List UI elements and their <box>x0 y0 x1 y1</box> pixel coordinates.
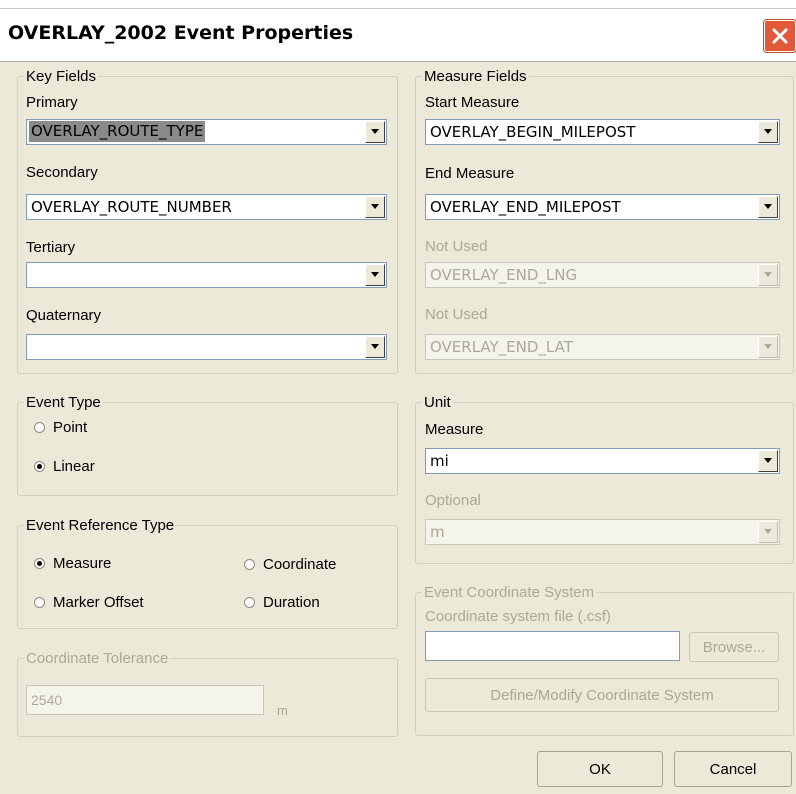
unit-measure-label: Measure <box>425 421 484 438</box>
measure-fields-legend: Measure Fields <box>424 68 527 85</box>
start-measure-label: Start Measure <box>425 94 520 111</box>
event-coordinate-system-legend: Event Coordinate System <box>424 584 595 601</box>
quaternary-label: Quaternary <box>26 307 102 324</box>
tertiary-label: Tertiary <box>26 239 76 256</box>
end-measure-combo[interactable]: OVERLAY_END_MILEPOST <box>425 194 780 220</box>
ref-marker-offset-label: Marker Offset <box>53 594 144 611</box>
unit-optional-combo: m <box>425 519 780 545</box>
coordinate-tolerance-input: 2540 <box>26 685 264 715</box>
top-edge <box>0 8 796 9</box>
event-type-legend: Event Type <box>26 394 101 411</box>
ref-duration-label: Duration <box>263 594 320 611</box>
not-used-label-2: Not Used <box>425 306 488 323</box>
not-used-label-1: Not Used <box>425 238 488 255</box>
csf-file-input[interactable] <box>425 631 680 661</box>
tertiary-combo[interactable] <box>26 262 387 288</box>
key-fields-group: Key Fields <box>17 68 398 374</box>
primary-label: Primary <box>26 94 78 111</box>
event-type-point-label: Point <box>53 419 88 436</box>
unit-legend: Unit <box>424 394 451 411</box>
title-bar: OVERLAY_2002 Event Properties <box>0 0 796 62</box>
ok-button[interactable]: OK <box>537 751 663 787</box>
ref-measure-radio[interactable]: Measure <box>34 555 111 572</box>
primary-value: OVERLAY_ROUTE_TYPE <box>29 121 206 142</box>
cancel-button[interactable]: Cancel <box>674 751 792 787</box>
browse-button: Browse... <box>689 632 779 662</box>
chevron-down-icon <box>371 129 379 134</box>
chevron-down-icon <box>764 204 772 209</box>
radio-dot <box>244 559 255 570</box>
start-measure-value: OVERLAY_BEGIN_MILEPOST <box>430 123 636 141</box>
ref-duration-radio[interactable]: Duration <box>244 594 320 611</box>
radio-dot-selected <box>34 461 45 472</box>
csf-file-label: Coordinate system file (.csf) <box>425 608 611 625</box>
tertiary-dropdown-button[interactable] <box>365 264 385 286</box>
radio-dot <box>34 597 45 608</box>
ref-coordinate-label: Coordinate <box>263 556 337 573</box>
coordinate-tolerance-unit: m <box>277 703 288 718</box>
end-measure-dropdown-button[interactable] <box>758 196 778 218</box>
chevron-down-icon <box>371 272 379 277</box>
ref-measure-label: Measure <box>53 555 112 572</box>
secondary-combo[interactable]: OVERLAY_ROUTE_NUMBER <box>26 194 387 220</box>
not-used-combo-2: OVERLAY_END_LAT <box>425 334 780 360</box>
coordinate-tolerance-legend: Coordinate Tolerance <box>26 650 169 667</box>
title-divider <box>0 61 796 62</box>
secondary-value: OVERLAY_ROUTE_NUMBER <box>31 198 232 216</box>
measure-fields-group: Measure Fields <box>415 68 794 374</box>
ref-marker-offset-radio[interactable]: Marker Offset <box>34 594 144 611</box>
close-icon <box>772 28 788 44</box>
quaternary-dropdown-button[interactable] <box>365 336 385 358</box>
end-measure-label: End Measure <box>425 165 515 182</box>
not-used-value-1: OVERLAY_END_LNG <box>430 266 578 284</box>
define-coordinate-system-button: Define/Modify Coordinate System <box>425 678 779 712</box>
radio-dot <box>34 422 45 433</box>
event-reference-type-legend: Event Reference Type <box>26 517 175 534</box>
chevron-down-icon <box>371 344 379 349</box>
window-title: OVERLAY_2002 Event Properties <box>8 22 354 44</box>
quaternary-combo[interactable] <box>26 334 387 360</box>
unit-optional-value: m <box>430 523 445 541</box>
start-measure-combo[interactable]: OVERLAY_BEGIN_MILEPOST <box>425 119 780 145</box>
chevron-down-icon <box>764 272 772 277</box>
unit-measure-value: mi <box>430 452 449 470</box>
key-fields-legend: Key Fields <box>26 68 97 85</box>
not-used-dropdown-button-1 <box>758 264 778 286</box>
chevron-down-icon <box>764 529 772 534</box>
unit-optional-dropdown-button <box>758 521 778 543</box>
chevron-down-icon <box>371 204 379 209</box>
end-measure-value: OVERLAY_END_MILEPOST <box>430 198 621 216</box>
unit-optional-label: Optional <box>425 492 481 509</box>
radio-dot <box>244 597 255 608</box>
ref-coordinate-radio[interactable]: Coordinate <box>244 556 336 573</box>
unit-measure-dropdown-button[interactable] <box>758 450 778 472</box>
chevron-down-icon <box>764 129 772 134</box>
coordinate-tolerance-value: 2540 <box>31 692 63 708</box>
secondary-label: Secondary <box>26 164 98 181</box>
start-measure-dropdown-button[interactable] <box>758 121 778 143</box>
radio-dot-selected <box>34 558 45 569</box>
event-type-group: Event Type <box>17 394 398 496</box>
not-used-dropdown-button-2 <box>758 336 778 358</box>
close-button[interactable] <box>764 20 796 52</box>
event-reference-type-group: Event Reference Type <box>17 517 398 629</box>
unit-measure-combo[interactable]: mi <box>425 448 780 474</box>
chevron-down-icon <box>764 458 772 463</box>
event-type-linear-radio[interactable]: Linear <box>34 458 95 475</box>
not-used-value-2: OVERLAY_END_LAT <box>430 338 573 356</box>
secondary-dropdown-button[interactable] <box>365 196 385 218</box>
primary-dropdown-button[interactable] <box>365 121 385 143</box>
chevron-down-icon <box>764 344 772 349</box>
primary-combo[interactable]: OVERLAY_ROUTE_TYPE <box>26 119 387 145</box>
event-type-point-radio[interactable]: Point <box>34 419 87 436</box>
event-type-linear-label: Linear <box>53 458 95 475</box>
not-used-combo-1: OVERLAY_END_LNG <box>425 262 780 288</box>
